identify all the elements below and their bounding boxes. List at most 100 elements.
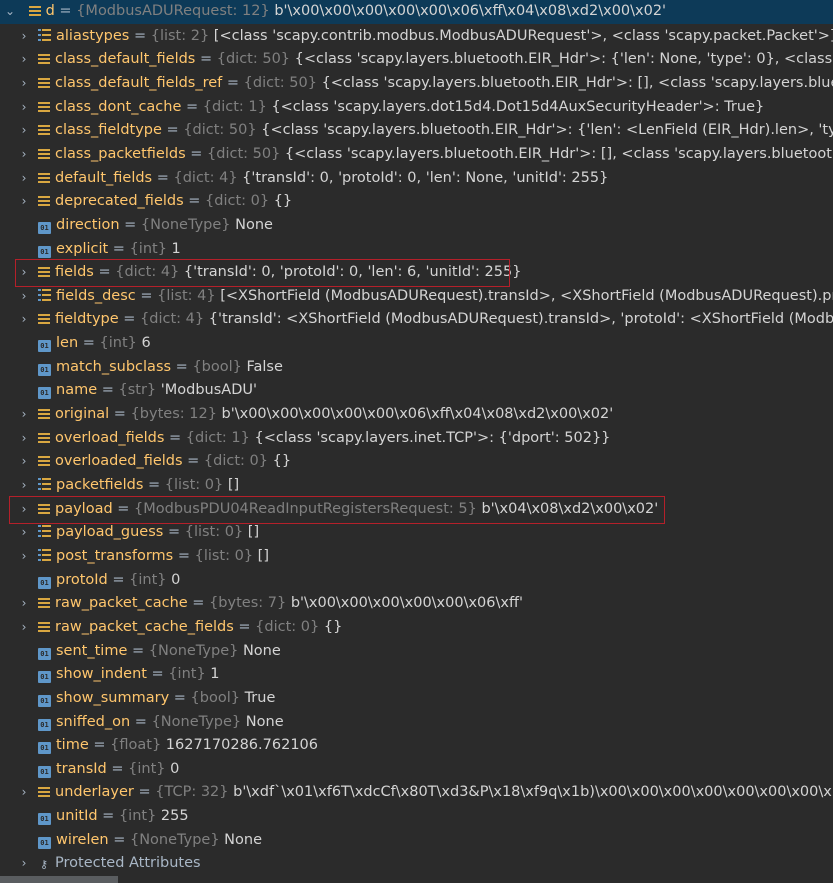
tree-row-fields[interactable]: › fields = {dict: 4} {'transId': 0, 'prot… — [0, 261, 833, 285]
equals-sign: = — [97, 808, 119, 825]
chevron-right-icon[interactable]: › — [18, 852, 30, 876]
tree-row-match_subclass[interactable]: 01 match_subclass = {bool} False — [0, 356, 833, 380]
tree-row-default_fields[interactable]: › default_fields = {dict: 4} {'transId': … — [0, 167, 833, 191]
variable-name: overloaded_fields — [55, 453, 183, 470]
equals-sign: = — [88, 737, 111, 754]
tree-row-wirelen[interactable]: 01 wirelen = {NoneType} None — [0, 829, 833, 853]
chevron-right-icon[interactable]: › — [18, 521, 30, 545]
primitive-icon: 01 — [38, 576, 51, 589]
variable-type: {dict: 4} — [115, 264, 180, 281]
tree-row-underlayer[interactable]: › underlayer = {TCP: 32} b'\xdf`\x01\xf6T… — [0, 781, 833, 805]
equals-sign: = — [112, 500, 135, 517]
variable-value: [] — [247, 524, 260, 541]
chevron-right-icon[interactable]: › — [18, 450, 30, 474]
equals-sign: = — [106, 760, 129, 777]
tree-row-deprecated_fields[interactable]: › deprecated_fields = {dict: 0} {} — [0, 190, 833, 214]
field-icon — [38, 621, 50, 632]
root-row[interactable]: ⌄ d = {ModbusADURequest: 12} b'\x00\x00\… — [0, 0, 833, 24]
variable-name: unitId — [56, 808, 98, 825]
chevron-right-icon[interactable]: › — [18, 403, 30, 427]
variable-name: explicit — [56, 240, 109, 257]
tree-row-unitId[interactable]: 01 unitId = {int} 255 — [0, 805, 833, 829]
equals-sign: = — [130, 713, 152, 730]
tree-row-payload[interactable]: › payload = {ModbusPDU04ReadInputRegister… — [0, 498, 833, 522]
tree-row-class_dont_cache[interactable]: › class_dont_cache = {dict: 1} {<class 's… — [0, 96, 833, 120]
chevron-right-icon[interactable]: › — [18, 167, 30, 191]
tree-row-sniffed_on[interactable]: 01 sniffed_on = {NoneType} None — [0, 711, 833, 735]
field-icon — [38, 267, 50, 278]
field-icon — [28, 6, 41, 16]
chevron-right-icon[interactable]: › — [18, 545, 30, 569]
variable-type: {TCP: 32} — [155, 784, 229, 801]
primitive-icon: 01 — [38, 718, 51, 731]
chevron-down-icon[interactable]: ⌄ — [4, 0, 16, 24]
chevron-right-icon[interactable]: › — [18, 72, 30, 96]
chevron-right-icon[interactable]: › — [18, 119, 30, 143]
tree-row-post_transforms[interactable]: › post_transforms = {list: 0} [] — [0, 545, 833, 569]
chevron-right-icon[interactable]: › — [18, 143, 30, 167]
tree-row-name[interactable]: 01 name = {str} 'ModbusADU' — [0, 379, 833, 403]
chevron-right-icon[interactable]: › — [18, 261, 30, 285]
variable-name: wirelen — [56, 831, 109, 848]
chevron-right-icon[interactable]: › — [18, 427, 30, 451]
tree-row-raw_packet_cache_fields[interactable]: › raw_packet_cache_fields = {dict: 0} {} — [0, 616, 833, 640]
variable-type: {list: 4} — [157, 287, 216, 304]
variable-value: {'transId': <XShortField (ModbusADUReque… — [208, 311, 833, 328]
chevron-right-icon[interactable]: › — [18, 25, 30, 49]
tree-row-overloaded_fields[interactable]: › overloaded_fields = {dict: 0} {} — [0, 450, 833, 474]
horizontal-scrollbar[interactable] — [0, 876, 118, 883]
list-icon — [38, 288, 51, 301]
variable-name: sent_time — [56, 642, 128, 659]
tree-row-explicit[interactable]: 01 explicit = {int} 1 — [0, 238, 833, 262]
variable-value: None — [235, 216, 273, 233]
variable-type: {dict: 1} — [202, 98, 267, 115]
protected-attributes-row[interactable]: › ⚷ Protected Attributes — [0, 852, 833, 876]
chevron-right-icon[interactable]: › — [18, 616, 30, 640]
chevron-right-icon[interactable]: › — [18, 190, 30, 214]
tree-row-original[interactable]: › original = {bytes: 12} b'\x00\x00\x00\x… — [0, 403, 833, 427]
tree-row-overload_fields[interactable]: › overload_fields = {dict: 1} {<class 'sc… — [0, 427, 833, 451]
equals-sign: = — [133, 784, 156, 801]
variable-name: aliastypes — [56, 27, 130, 44]
variable-value: b'\xdf`\x01\xf6T\xdcCf\x80T\xd3&P\x18\xf… — [233, 784, 832, 801]
variable-value: None — [224, 831, 263, 848]
variable-name: packetfields — [56, 477, 144, 493]
tree-row-class_fieldtype[interactable]: › class_fieldtype = {dict: 50} {<class 's… — [0, 119, 833, 143]
chevron-right-icon[interactable]: › — [18, 96, 30, 120]
tree-row-show_summary[interactable]: 01 show_summary = {bool} True — [0, 687, 833, 711]
tree-row-show_indent[interactable]: 01 show_indent = {int} 1 — [0, 663, 833, 687]
chevron-right-icon[interactable]: › — [18, 474, 30, 498]
tree-row-class_default_fields[interactable]: › class_default_fields = {dict: 50} {<cla… — [0, 48, 833, 72]
tree-row-aliastypes[interactable]: › aliastypes = {list: 2} [<class 'scapy.c… — [0, 25, 833, 49]
tree-row-protoId[interactable]: 01 protoId = {int} 0 — [0, 569, 833, 593]
variable-type: {int} — [168, 666, 206, 683]
variable-value: b'\x00\x00\x00\x00\x00\x06\xff\x04\x08\x… — [274, 3, 667, 19]
tree-row-packetfields[interactable]: › packetfields = {list: 0} [] — [0, 474, 833, 498]
chevron-right-icon[interactable]: › — [18, 498, 30, 522]
tree-row-len[interactable]: 01 len = {int} 6 — [0, 332, 833, 356]
chevron-right-icon[interactable]: › — [18, 48, 30, 72]
tree-row-time[interactable]: 01 time = {float} 1627170286.762106 — [0, 734, 833, 758]
variable-type: {dict: 1} — [185, 429, 250, 446]
chevron-right-icon[interactable]: › — [18, 285, 30, 309]
tree-row-payload_guess[interactable]: › payload_guess = {list: 0} [] — [0, 521, 833, 545]
variable-name: time — [56, 737, 89, 754]
variable-name: class_fieldtype — [55, 122, 162, 139]
tree-row-class_default_fields_ref[interactable]: › class_default_fields_ref = {dict: 50} {… — [0, 72, 833, 96]
chevron-right-icon[interactable]: › — [18, 592, 30, 616]
equals-sign: = — [222, 74, 244, 91]
equals-sign: = — [143, 477, 165, 493]
tree-row-transId[interactable]: 01 transId = {int} 0 — [0, 758, 833, 782]
variable-name: overload_fields — [55, 429, 165, 446]
tree-row-raw_packet_cache[interactable]: › raw_packet_cache = {bytes: 7} b'\x00\x0… — [0, 592, 833, 616]
tree-row-class_packetfields[interactable]: › class_packetfields = {dict: 50} {<class… — [0, 143, 833, 167]
tree-row-direction[interactable]: 01 direction = {NoneType} None — [0, 214, 833, 238]
variable-type: {bytes: 7} — [209, 595, 287, 612]
chevron-right-icon[interactable]: › — [18, 781, 30, 805]
field-icon — [38, 196, 50, 207]
chevron-right-icon[interactable]: › — [18, 308, 30, 332]
tree-row-fieldtype[interactable]: › fieldtype = {dict: 4} {'transId': <XSho… — [0, 308, 833, 332]
tree-row-fields_desc[interactable]: › fields_desc = {list: 4} [<XShortField (… — [0, 285, 833, 309]
tree-row-sent_time[interactable]: 01 sent_time = {NoneType} None — [0, 640, 833, 664]
variable-value: [] — [227, 477, 240, 493]
